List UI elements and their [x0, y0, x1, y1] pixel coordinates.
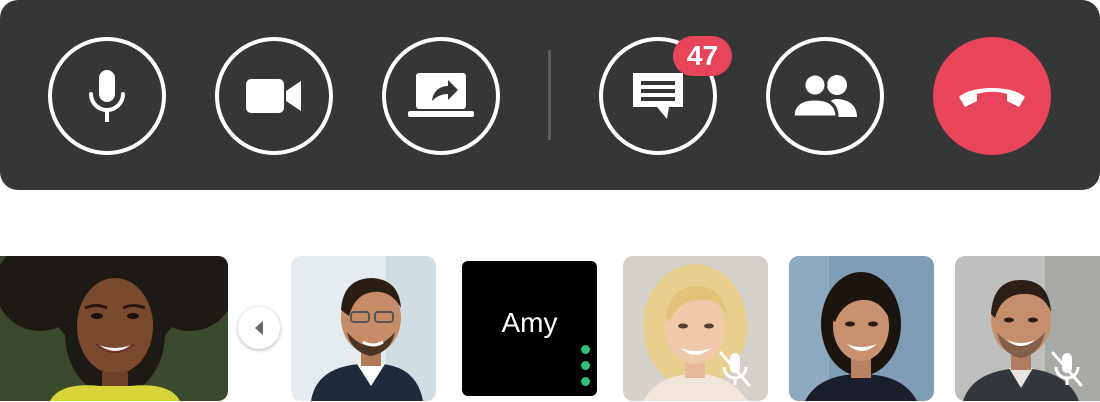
- participant-video: [291, 256, 436, 401]
- phone-hangup-icon: [959, 88, 1025, 107]
- screen-share-button[interactable]: [382, 37, 500, 155]
- participant-name: Amy: [501, 307, 558, 338]
- camera-button[interactable]: [215, 37, 333, 155]
- video-camera-icon: [246, 79, 301, 113]
- participant-tile-amy[interactable]: Amy: [462, 261, 597, 396]
- participant-tile[interactable]: [291, 256, 436, 401]
- chevron-left-icon: [255, 321, 263, 335]
- microphone-button[interactable]: [48, 37, 166, 155]
- screen-share-icon: [408, 73, 474, 117]
- speaking-dot: [581, 377, 590, 386]
- participant-tile[interactable]: [623, 256, 768, 401]
- participant-tile[interactable]: [955, 256, 1100, 401]
- call-control-bar: 47: [0, 0, 1100, 190]
- muted-microphone-icon: [719, 351, 751, 387]
- speaking-dot: [581, 345, 590, 354]
- muted-microphone-icon: [1051, 351, 1083, 387]
- microphone-icon: [89, 70, 125, 122]
- participant-video: [0, 256, 228, 401]
- scroll-left-button[interactable]: [238, 307, 280, 349]
- participant-tile[interactable]: [789, 256, 934, 401]
- active-speaker-tile[interactable]: [0, 256, 228, 401]
- hang-up-button[interactable]: [933, 37, 1051, 155]
- speaking-dot: [581, 361, 590, 370]
- participant-video: [789, 256, 934, 401]
- participants-icon: [791, 73, 857, 119]
- participants-button[interactable]: [766, 37, 884, 155]
- speaking-indicator: [581, 345, 591, 393]
- control-divider: [548, 50, 551, 140]
- unread-messages-badge: 47: [673, 36, 732, 76]
- video-call-screen: 47 Amy: [0, 0, 1100, 402]
- chat-icon: [633, 73, 683, 119]
